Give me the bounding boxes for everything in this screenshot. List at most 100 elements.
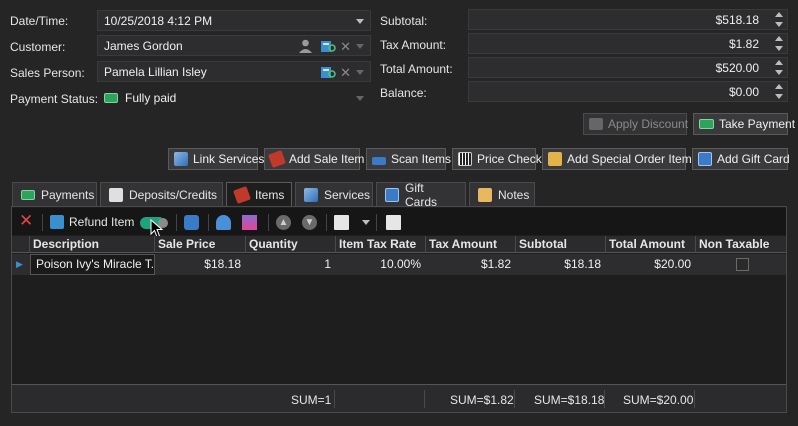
column-header-description[interactable]: Description [30,236,155,253]
spinner[interactable] [774,12,784,27]
clear-icon[interactable]: ✕ [340,39,351,55]
wrench-icon [304,187,318,202]
spinner[interactable] [774,84,784,99]
datetime-picker[interactable]: 10/25/2018 4:12 PM [97,10,371,31]
tab-notes[interactable]: Notes [469,182,535,206]
dropdown-arrow-icon[interactable] [356,19,364,24]
salesperson-field[interactable]: Pamela Lillian Isley ✕ [97,61,371,82]
non-taxable-checkbox[interactable] [736,258,749,271]
column-header-total-amount[interactable]: Total Amount [606,236,696,253]
spin-up-icon[interactable] [775,36,783,41]
tab-gift-cards[interactable]: Gift Cards [376,181,466,209]
spin-down-icon[interactable] [775,46,783,51]
tax-amount-field[interactable]: $1.82 [468,33,788,54]
grid-footer: SUM=1 SUM=$1.82 SUM=$18.18 SUM=$20.00 [12,384,786,412]
salesperson-value: Pamela Lillian Isley [104,64,207,79]
cell-sale-price[interactable]: $18.18 [155,254,246,275]
special-order-icon [548,152,562,166]
tag-icon [233,186,251,204]
print-preview-icon[interactable] [386,215,401,230]
column-header-item-tax-rate[interactable]: Item Tax Rate [336,236,426,253]
toolbar-separator [42,214,43,231]
column-header-quantity[interactable]: Quantity [246,236,336,253]
add-sale-item-button[interactable]: Add Sale Item [264,148,364,170]
refund-icon [50,215,64,229]
toolbar-separator [268,214,269,231]
tab-label: Notes [498,187,530,202]
table-row[interactable]: ▶ Poison Ivy's Miracle T... $18.18 1 10.… [12,254,786,275]
cell-item-tax-rate[interactable]: 10.00% [336,254,426,275]
column-header-subtotal[interactable]: Subtotal [516,236,606,253]
link-services-button[interactable]: Link Services [168,148,264,170]
spinner[interactable] [774,36,784,51]
tag-icon [268,150,286,168]
cell-total-amount[interactable]: $20.00 [606,254,696,275]
clear-icon[interactable]: ✕ [340,65,351,81]
apply-discount-button[interactable]: Apply Discount [583,113,689,135]
add-gift-card-button[interactable]: Add Gift Card [692,148,790,170]
spin-down-icon[interactable] [775,94,783,99]
take-payment-button[interactable]: Take Payment [693,113,795,135]
dropdown-arrow-icon[interactable] [356,44,364,49]
apply-discount-label: Apply Discount [608,117,689,131]
tab-label: Items [255,188,285,202]
quantity-sum: SUM=1 [291,393,332,407]
cell-tax-amount[interactable]: $1.82 [426,254,516,275]
subtotal-label: Subtotal: [380,14,428,28]
spin-up-icon[interactable] [775,60,783,65]
move-down-icon[interactable]: ▼ [302,215,317,230]
add-sale-item-label: Add Sale Item [289,152,365,166]
cell-subtotal[interactable]: $18.18 [516,254,606,275]
tab-label: Deposits/Credits [129,187,218,202]
tab-payments[interactable]: Payments [12,182,97,206]
spin-up-icon[interactable] [775,84,783,89]
add-special-order-item-button[interactable]: Add Special Order Item [542,148,692,170]
delete-icon[interactable]: ✕ [19,211,34,230]
footer-separator [514,390,515,408]
move-up-icon[interactable]: ▲ [276,215,291,230]
balance-field[interactable]: $0.00 [468,81,788,102]
tab-items[interactable]: Items [226,182,292,207]
subtotal-field[interactable]: $518.18 [468,9,788,30]
cell-quantity[interactable]: 1 [246,254,336,275]
refund-item-button[interactable]: Refund Item [50,213,134,231]
scan-items-button[interactable]: Scan Items [366,148,451,170]
tab-services[interactable]: Services [295,182,373,206]
tab-deposits-credits[interactable]: Deposits/Credits [100,182,223,206]
customer-field[interactable]: James Gordon ✕ [97,35,371,56]
total-amount-field[interactable]: $520.00 [468,57,788,78]
footprints-icon[interactable] [216,215,231,230]
payment-status-field[interactable]: Fully paid [97,87,371,108]
tax-sum: SUM=$1.82 [450,393,514,407]
footer-separator [694,390,695,408]
dropdown-arrow-icon[interactable] [356,96,364,101]
dropdown-arrow-icon[interactable] [356,70,364,75]
payment-status-value: Fully paid [125,90,177,105]
export-icon[interactable] [334,215,349,230]
column-header-tax-amount[interactable]: Tax Amount [426,236,516,253]
scan-items-label: Scan Items [391,152,452,166]
export-dropdown-icon[interactable] [362,220,370,225]
price-check-button[interactable]: Price Check [452,148,542,170]
spinner[interactable] [774,60,784,75]
column-header-sale-price[interactable]: Sale Price [155,236,246,253]
column-header-non-taxable[interactable]: Non Taxable [696,236,786,253]
payment-status-label: Payment Status: [10,92,99,106]
lookup-icon[interactable] [320,38,336,54]
subtotal-value: $518.18 [715,12,759,27]
cell-description[interactable]: Poison Ivy's Miracle T... [30,254,155,275]
refund-item-label: Refund Item [69,215,135,229]
spin-down-icon[interactable] [775,70,783,75]
user-icon[interactable] [299,39,312,53]
spin-down-icon[interactable] [775,22,783,27]
lookup-icon[interactable] [320,64,336,80]
edit-icon[interactable] [242,215,257,230]
money-icon [104,92,118,103]
cell-non-taxable[interactable] [696,254,786,275]
spin-up-icon[interactable] [775,12,783,17]
link-icon[interactable] [184,215,199,230]
row-indicator-header [12,236,30,253]
balance-value: $0.00 [728,84,759,99]
toolbar-separator [376,214,377,231]
add-special-order-item-label: Add Special Order Item [567,152,692,166]
